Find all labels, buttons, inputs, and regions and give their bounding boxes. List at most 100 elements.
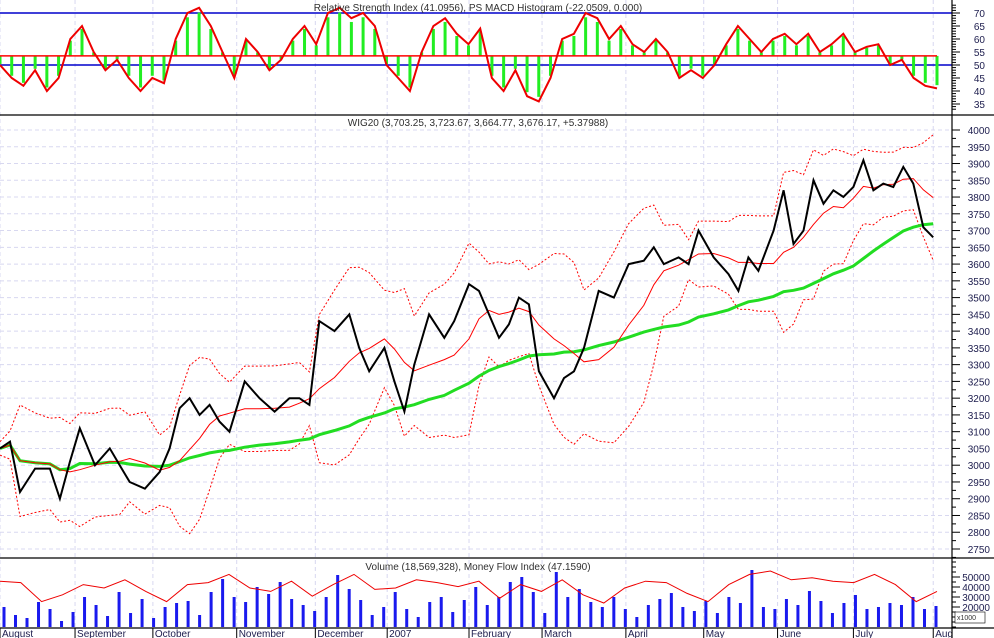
volume-bar (278, 582, 282, 627)
price-tick-label: 3300 (968, 361, 991, 372)
price-tick-label: 3050 (968, 444, 991, 455)
volume-bar (876, 607, 880, 627)
volume-bar (163, 607, 167, 627)
volume-bar (37, 602, 41, 627)
price-tick-label: 2900 (968, 495, 991, 506)
macd-histogram-bar (314, 45, 318, 56)
macd-histogram-bar (783, 36, 787, 56)
price-tick-label: 3150 (968, 411, 991, 422)
month-label: February (471, 629, 511, 638)
macd-histogram-bar (689, 55, 693, 69)
volume-bar (347, 589, 351, 627)
price-panel (0, 134, 934, 535)
volume-bar (750, 570, 754, 627)
volume-bar (669, 593, 673, 627)
volume-bar (842, 603, 846, 627)
volume-bar (60, 621, 64, 627)
macd-histogram-bar (502, 55, 506, 88)
price-tick-label: 3250 (968, 377, 991, 388)
macd-histogram-bar (209, 28, 213, 56)
short-moving-average-line (0, 178, 934, 473)
macd-histogram-bar (654, 40, 658, 56)
volume-bar (899, 605, 903, 627)
volume-tick-label: 50000 (962, 573, 990, 584)
volume-bar (704, 601, 708, 627)
rsi-tick-label: 60 (974, 35, 986, 46)
stock-chart-window: August September October November December 20… (0, 0, 994, 638)
volume-bar (370, 615, 374, 627)
price-tick-label: 2850 (968, 511, 991, 522)
volume-bar (589, 602, 593, 627)
volume-bar (14, 615, 18, 627)
price-tick-label: 3350 (968, 344, 991, 355)
macd-histogram-bar (748, 40, 752, 56)
macd-histogram-bar (607, 40, 611, 56)
volume-bar (175, 603, 179, 627)
volume-bar (140, 599, 144, 627)
volume-bar (738, 603, 742, 627)
volume-bar (681, 607, 685, 627)
wig20-price-line (0, 157, 934, 503)
volume-bar (209, 592, 213, 627)
macd-histogram-bar (841, 36, 845, 56)
volume-bar (25, 618, 29, 627)
volume-bar (232, 597, 236, 627)
price-tick-label: 3850 (968, 176, 991, 187)
volume-tick-label: 40000 (962, 583, 990, 594)
volume-bar (692, 611, 696, 627)
macd-histogram-bar (408, 55, 412, 88)
volume-bar (244, 602, 248, 627)
month-label: Aug (935, 629, 953, 638)
price-tick-label: 3200 (968, 394, 991, 405)
macd-histogram-bar (80, 28, 84, 56)
macd-histogram-bar (21, 55, 25, 83)
rsi-panel (0, 6, 952, 103)
volume-bar (198, 615, 202, 627)
macd-histogram-bar (373, 28, 377, 56)
price-tick-label: 3950 (968, 143, 991, 154)
volume-bar (152, 618, 156, 627)
price-tick-label: 3700 (968, 227, 991, 238)
volume-bar (393, 592, 397, 627)
volume-bar (462, 600, 466, 627)
volume-bar (439, 597, 443, 627)
lower-bollinger-band (0, 209, 934, 535)
volume-bar (727, 597, 731, 627)
macd-histogram-bar (150, 55, 154, 76)
macd-histogram-bar (431, 28, 435, 56)
macd-histogram-bar (467, 45, 470, 56)
volume-bar (566, 597, 570, 627)
macd-histogram-bar (10, 55, 14, 76)
volume-bar (508, 582, 512, 627)
volume-bar (405, 609, 409, 627)
volume-bar (623, 609, 627, 627)
price-tick-label: 3650 (968, 243, 991, 254)
month-label: August (2, 629, 33, 638)
macd-histogram-bar (677, 55, 681, 76)
volume-bar (784, 599, 788, 627)
volume-bar (807, 591, 811, 627)
month-label: November (239, 629, 286, 638)
volume-bar (635, 617, 639, 627)
volume-bar (497, 597, 501, 627)
technical-analysis-chart: August September October November December 20… (0, 0, 994, 638)
volume-bar (428, 602, 432, 627)
volume-bar (934, 606, 938, 627)
macd-histogram-bar (935, 55, 939, 86)
volume-bar (255, 587, 259, 627)
macd-histogram-bar (185, 17, 189, 56)
volume-bar (554, 572, 558, 627)
volume-bar (658, 599, 662, 627)
price-tick-label: 3600 (968, 260, 991, 271)
volume-bar (819, 601, 823, 627)
macd-histogram-bar (45, 55, 49, 88)
price-title: WIG20 (3,703.25, 3,723.67, 3,664.77, 3,6… (348, 118, 608, 129)
volume-bar (853, 595, 857, 627)
rsi-tick-label: 45 (974, 74, 986, 85)
price-tick-label: 3800 (968, 193, 991, 204)
price-tick-label: 3900 (968, 160, 991, 171)
volume-bar (577, 589, 581, 627)
volume-bar (416, 617, 420, 627)
macd-histogram-bar (33, 55, 37, 69)
macd-histogram-bar (736, 28, 740, 56)
